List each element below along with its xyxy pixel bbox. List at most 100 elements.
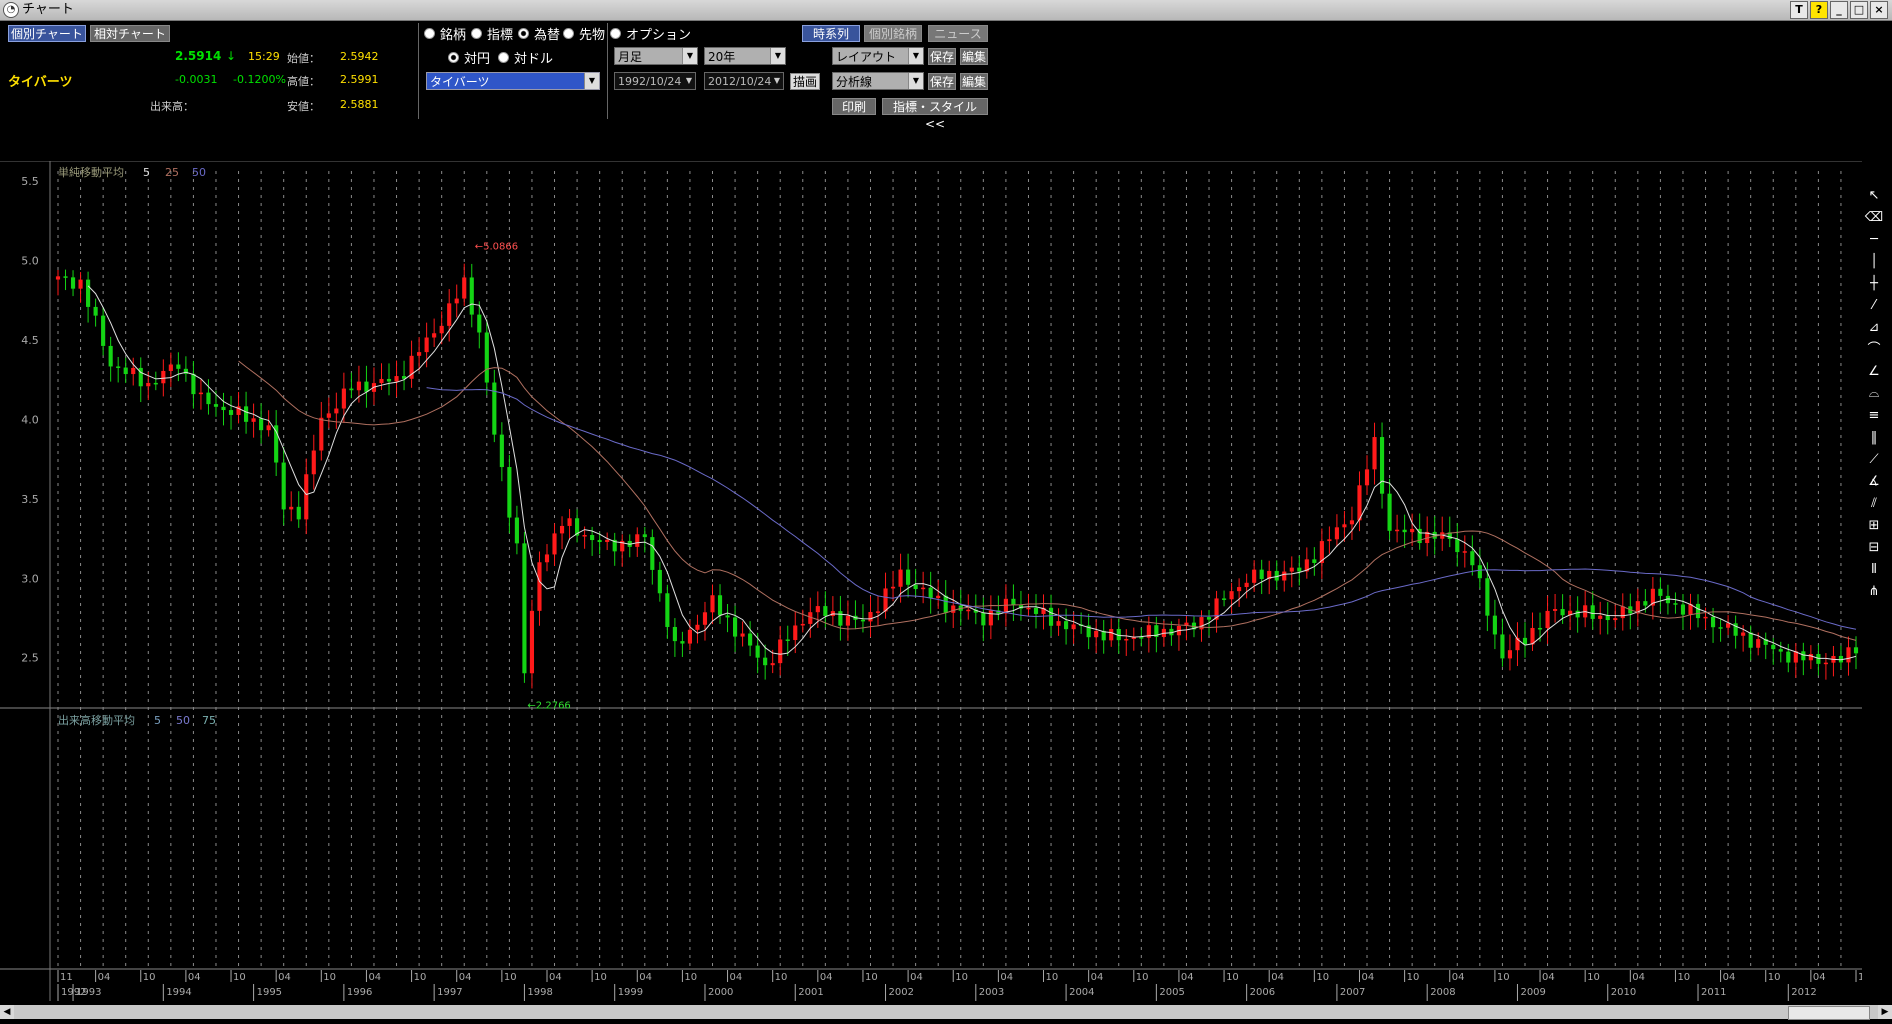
candle-body [763,657,768,666]
analysis-select[interactable]: 分析線 ▼ [832,72,924,90]
close-button[interactable]: × [1870,1,1888,19]
radio-index[interactable]: 指標 [471,24,513,43]
radio-dot-selected-icon [518,28,529,39]
individual-stock-button[interactable]: 個別銘柄 [864,25,922,42]
scroll-left-icon[interactable]: ◀ [0,1005,14,1019]
candle-body [748,633,753,646]
month-tick-label: 04 [549,972,562,983]
layout-save-button[interactable]: 保存 [928,48,956,65]
radio-forex[interactable]: 為替 [518,24,560,43]
candle-body [522,543,527,674]
drawing-toolbar: ↖ ⌫ ─ │ ┼ ⁄ ⊿ ⌒ ∠ ⌓ ≡ ‖ ⟋ ∡ ⫽ ⊞ ⊟ ⦀ ⋔ [1864,185,1886,603]
radio-options[interactable]: オプション [610,24,691,43]
arc-icon[interactable]: ⌒ [1864,339,1884,361]
candle-body [439,325,444,334]
candle-body [1094,630,1099,638]
candle-body [680,641,685,644]
radio-dot-icon [471,28,482,39]
crosshair-icon[interactable]: ┼ [1864,273,1884,295]
date-to-field[interactable]: 2012/10/24 ▼ [704,72,784,90]
month-tick-label: 10 [1587,972,1600,983]
month-tick-label: 10 [233,972,246,983]
text-mode-button[interactable]: T [1790,1,1808,19]
price-chart[interactable]: 2.5 3.0 3.5 4.0 4.5 5.0 5.5 単純移動平均 5 25 50 出来高移動平均 5… [0,161,1862,1003]
app-icon: ◔ [3,2,19,18]
draw-button[interactable]: 描画 [790,73,820,90]
layout-edit-button[interactable]: 編集 [960,48,988,65]
help-button[interactable]: ? [1810,1,1828,19]
control-panel: 個別チャート 相対チャート タイバーツ 2.5914 ↓ 15:29 始値： 2… [0,21,1892,161]
radio-vs-dollar[interactable]: 対ドル [498,48,553,67]
candle-body [860,619,866,622]
channel-icon[interactable]: ⫽ [1864,493,1884,515]
symbol-select[interactable]: タイバーツ ▼ [426,72,600,90]
minimize-button[interactable]: _ [1830,1,1848,19]
radio-futures[interactable]: 先物 [563,24,605,43]
month-tick-label: 04 [1181,972,1194,983]
speed-line-icon[interactable]: ⊟ [1864,537,1884,559]
scroll-right-icon[interactable]: ▶ [1878,1005,1892,1019]
month-tick-label: 04 [1542,972,1555,983]
symbol-select-value: タイバーツ [430,75,490,89]
candle-body [206,392,211,405]
month-tick-label: 10 [1858,972,1862,983]
gann-fan-icon[interactable]: ∡ [1864,471,1884,493]
scroll-thumb[interactable] [1788,1006,1870,1020]
candle-body [1064,621,1069,630]
period-select[interactable]: 月足 ▼ [614,47,698,65]
candle-body [499,434,504,468]
high-label: 高値： [287,75,320,88]
ma25-label: 25 [165,166,179,179]
radio-vs-yen[interactable]: 対円 [448,48,490,67]
horizontal-scrollbar[interactable]: ◀ ▶ [0,1005,1892,1020]
candle-body [1741,632,1746,636]
layout-select[interactable]: レイアウト ▼ [832,47,924,65]
candle-body [153,382,158,385]
candle-body [1139,637,1144,639]
year-tick-label: 2007 [1340,987,1365,998]
range-select-value: 20年 [708,50,736,64]
vertical-line-icon[interactable]: │ [1864,251,1884,273]
candle-body [281,462,286,510]
tab-individual-chart[interactable]: 個別チャート [8,25,86,42]
box-icon[interactable]: ⊞ [1864,515,1884,537]
print-button[interactable]: 印刷 [832,98,876,115]
range-select[interactable]: 20年 ▼ [704,47,786,65]
eraser-icon[interactable]: ⌫ [1864,207,1884,229]
max-annotation: ←5.0866 [475,241,518,252]
candle-body [1470,551,1475,566]
candle-body [823,606,828,616]
pitchfork-icon[interactable]: ⋔ [1864,581,1884,603]
candle-body [131,367,136,375]
date-from-field[interactable]: 1992/10/24 ▼ [614,72,696,90]
fibonacci-fan-icon[interactable]: ∠ [1864,361,1884,383]
candle-body [1455,538,1460,553]
candle-body [1003,598,1008,614]
indicator-style-button[interactable]: 指標・スタイル<< [882,98,988,131]
cycle-line-icon[interactable]: ⦀ [1864,559,1884,581]
candle-body [1553,609,1558,611]
maximize-button[interactable]: □ [1850,1,1868,19]
pointer-icon[interactable]: ↖ [1864,185,1884,207]
candle-body [1327,539,1332,542]
fan-line-icon[interactable]: ⊿ [1864,317,1884,339]
trend-line-icon[interactable]: ⁄ [1864,295,1884,317]
regression-line-icon[interactable]: ⟋ [1864,449,1884,471]
month-tick-label: 10 [684,972,697,983]
fibonacci-arc-icon[interactable]: ⌓ [1864,383,1884,405]
timeseries-button[interactable]: 時系列 [802,25,860,42]
month-tick-label: 10 [504,972,517,983]
candle-body [1718,627,1723,629]
news-button[interactable]: ニュース [928,25,988,42]
retracement-icon[interactable]: ≡ [1864,405,1884,427]
horizontal-line-icon[interactable]: ─ [1864,229,1884,251]
candle-body [1808,654,1813,661]
candle-body [1244,582,1249,588]
analysis-save-button[interactable]: 保存 [928,73,956,90]
candle-body [514,517,519,544]
radio-stock[interactable]: 銘柄 [424,24,466,43]
candle-body [1342,524,1347,528]
time-zone-icon[interactable]: ‖ [1864,427,1884,449]
tab-relative-chart[interactable]: 相対チャート [90,25,170,42]
analysis-edit-button[interactable]: 編集 [960,73,988,90]
